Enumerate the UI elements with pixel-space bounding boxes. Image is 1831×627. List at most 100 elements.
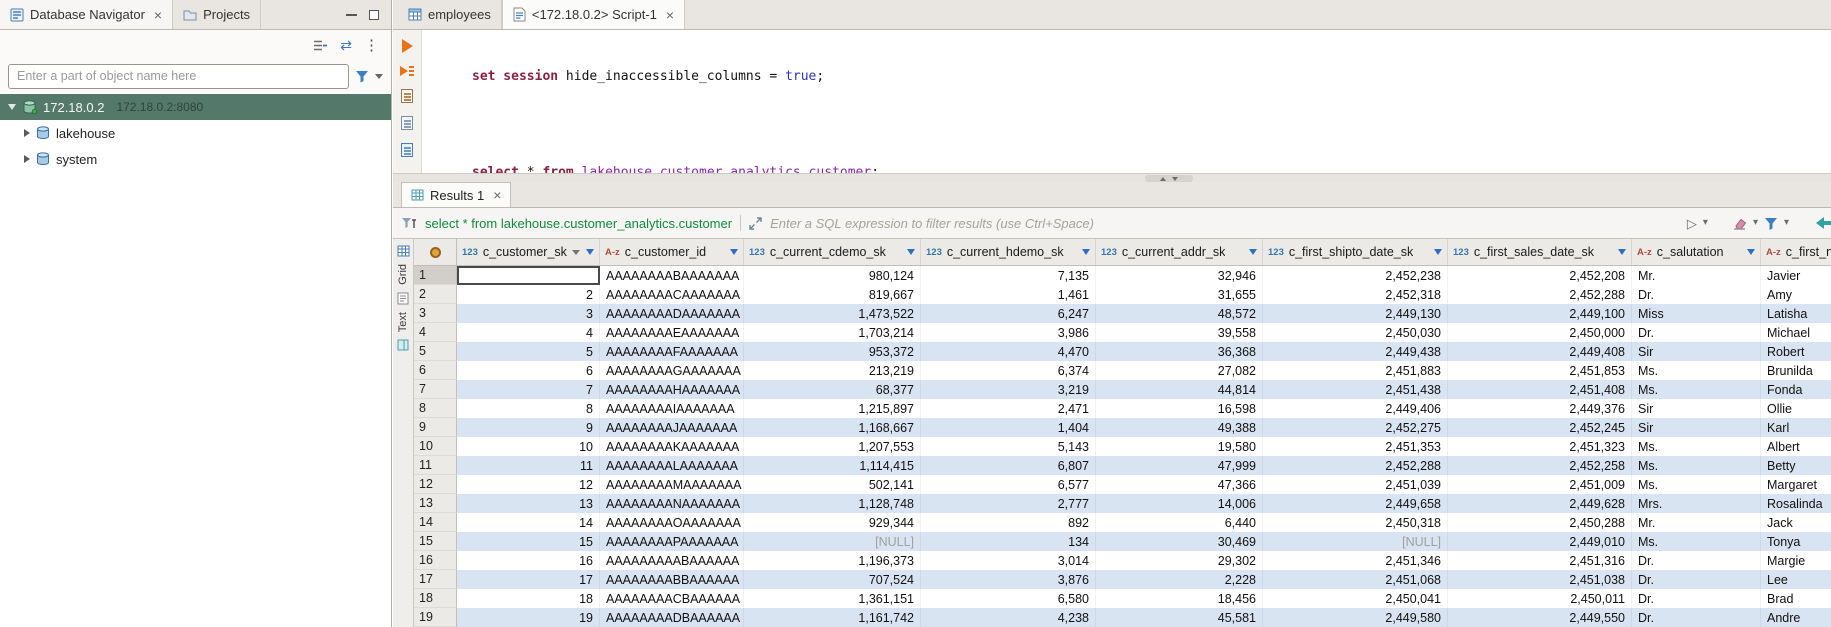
erase-dropdown-icon[interactable]: ▾	[1753, 218, 1758, 228]
grid-cell[interactable]: 7	[457, 380, 600, 399]
grid-cell[interactable]: Ms.	[1632, 475, 1761, 494]
grid-cell[interactable]: Latisha	[1761, 304, 1831, 323]
funnel-dropdown-icon[interactable]: ▾	[1784, 218, 1789, 228]
grid-cell[interactable]: 49,388	[1096, 418, 1263, 437]
grid-cell[interactable]: 134	[921, 532, 1096, 551]
grid-cell[interactable]: Betty	[1761, 456, 1831, 475]
grid-cell[interactable]: 29,302	[1096, 551, 1263, 570]
grid-cell[interactable]: 16,598	[1096, 399, 1263, 418]
grid-cell[interactable]: 1,703,214	[744, 323, 921, 342]
execute-script-icon[interactable]	[400, 66, 414, 76]
grid-cell[interactable]: 1,461	[921, 285, 1096, 304]
grid-cell[interactable]: 980,124	[744, 266, 921, 285]
grid-cell[interactable]: Andre	[1761, 608, 1831, 627]
grid-cell[interactable]: 18	[457, 589, 600, 608]
grid-cell[interactable]: AAAAAAAACBAAAAAA	[600, 589, 744, 608]
link-with-editor-icon[interactable]: ⇄	[340, 38, 352, 52]
grid-cell[interactable]: 10	[457, 437, 600, 456]
grid-cell[interactable]: [NULL]	[1263, 532, 1448, 551]
row-number[interactable]: 14	[414, 513, 457, 532]
grid-cell[interactable]: 5,143	[921, 437, 1096, 456]
grid-cell[interactable]: AAAAAAAANAAAAAAA	[600, 494, 744, 513]
grid-cell[interactable]: Karl	[1761, 418, 1831, 437]
grid-cell[interactable]: 6	[457, 361, 600, 380]
close-icon[interactable]: ×	[666, 8, 674, 22]
grid-cell[interactable]: 213,219	[744, 361, 921, 380]
row-number[interactable]: 6	[414, 361, 457, 380]
grid-cell[interactable]: 2,451,009	[1448, 475, 1632, 494]
maximize-editor-icon[interactable]	[1160, 177, 1166, 181]
row-number[interactable]: 10	[414, 437, 457, 456]
grid-cell[interactable]: 2,451,853	[1448, 361, 1632, 380]
row-number[interactable]: 18	[414, 589, 457, 608]
grid-cell[interactable]: Robert	[1761, 342, 1831, 361]
grid-cell[interactable]: 2,451,438	[1263, 380, 1448, 399]
grid-cell[interactable]: Mr.	[1632, 266, 1761, 285]
grid-cell[interactable]: Michael	[1761, 323, 1831, 342]
grid-cell[interactable]: AAAAAAAAKAAAAAAA	[600, 437, 744, 456]
grid-cell[interactable]: 2,451,408	[1448, 380, 1632, 399]
splitter-handle[interactable]	[1145, 175, 1193, 182]
grid-cell[interactable]: 2,450,288	[1448, 513, 1632, 532]
grid-cell[interactable]: 9	[457, 418, 600, 437]
grid-cell[interactable]: 502,141	[744, 475, 921, 494]
grid-cell[interactable]: 3	[457, 304, 600, 323]
grid-cell[interactable]: 68,377	[744, 380, 921, 399]
row-number[interactable]: 11	[414, 456, 457, 475]
load-script-icon[interactable]	[401, 116, 413, 130]
grid-cell[interactable]: 2,452,288	[1448, 285, 1632, 304]
grid-cell[interactable]: 2,449,550	[1448, 608, 1632, 627]
tab-employees[interactable]: employees	[398, 0, 502, 29]
fetch-previous-icon[interactable]	[1815, 216, 1831, 230]
selected-cell[interactable]	[457, 266, 600, 285]
grid-cell[interactable]: 6,580	[921, 589, 1096, 608]
grid-cell[interactable]: 6,247	[921, 304, 1096, 323]
close-icon[interactable]: ×	[154, 8, 162, 22]
grid-cell[interactable]: 2,449,010	[1448, 532, 1632, 551]
grid-cell[interactable]: 2,451,039	[1263, 475, 1448, 494]
grid-cell[interactable]: 1,207,553	[744, 437, 921, 456]
grid-cell[interactable]: 44,814	[1096, 380, 1263, 399]
grid-cell[interactable]: 48,572	[1096, 304, 1263, 323]
grid-cell[interactable]: 2,451,323	[1448, 437, 1632, 456]
active-query-text[interactable]: select * from lakehouse.customer_analyti…	[425, 216, 732, 231]
grid-cell[interactable]: 892	[921, 513, 1096, 532]
maximize-icon[interactable]	[369, 10, 379, 20]
grid-cell[interactable]: 3,876	[921, 570, 1096, 589]
text-presentation-icon[interactable]	[397, 292, 409, 305]
grid-cell[interactable]: Mrs.	[1632, 494, 1761, 513]
value-panel-icon[interactable]	[397, 339, 409, 351]
grid-cell[interactable]: 2,451,346	[1263, 551, 1448, 570]
grid-cell[interactable]: Margie	[1761, 551, 1831, 570]
view-menu-icon[interactable]: ⋮	[364, 38, 379, 53]
grid-cell[interactable]: 45,581	[1096, 608, 1263, 627]
row-number[interactable]: 7	[414, 380, 457, 399]
grid-cell[interactable]: Rosalinda	[1761, 494, 1831, 513]
grid-cell[interactable]: 1,161,742	[744, 608, 921, 627]
grid-cell[interactable]: 2	[457, 285, 600, 304]
apply-filter-icon[interactable]: ▷	[1687, 217, 1697, 230]
grid-cell[interactable]: 36,368	[1096, 342, 1263, 361]
grid-cell[interactable]: Ms.	[1632, 456, 1761, 475]
grid-cell[interactable]: AAAAAAAADAAAAAAA	[600, 304, 744, 323]
grid-cell[interactable]: 14,006	[1096, 494, 1263, 513]
grid-cell[interactable]: 11	[457, 456, 600, 475]
row-number[interactable]: 12	[414, 475, 457, 494]
grid-cell[interactable]: AAAAAAAADBAAAAAA	[600, 608, 744, 627]
grid-cell[interactable]: 2,452,258	[1448, 456, 1632, 475]
column-header-c_customer_sk[interactable]: 123c_customer_sk	[457, 239, 600, 265]
grid-cell[interactable]: 1,114,415	[744, 456, 921, 475]
apply-filter-dropdown-icon[interactable]: ▾	[1703, 218, 1708, 228]
grid-cell[interactable]: 1,361,151	[744, 589, 921, 608]
object-filter-input[interactable]	[8, 64, 349, 89]
column-menu-dropdown-icon[interactable]	[1082, 249, 1090, 255]
grid-cell[interactable]: 2,450,011	[1448, 589, 1632, 608]
sort-indicator-icon[interactable]	[572, 250, 580, 255]
select-all-corner[interactable]	[414, 239, 457, 265]
row-number[interactable]: 2	[414, 285, 457, 304]
grid-cell[interactable]: Dr.	[1632, 323, 1761, 342]
grid-cell[interactable]: AAAAAAAAHAAAAAAA	[600, 380, 744, 399]
column-menu-dropdown-icon[interactable]	[1249, 249, 1257, 255]
grid-cell[interactable]: 2,450,030	[1263, 323, 1448, 342]
row-number[interactable]: 17	[414, 570, 457, 589]
